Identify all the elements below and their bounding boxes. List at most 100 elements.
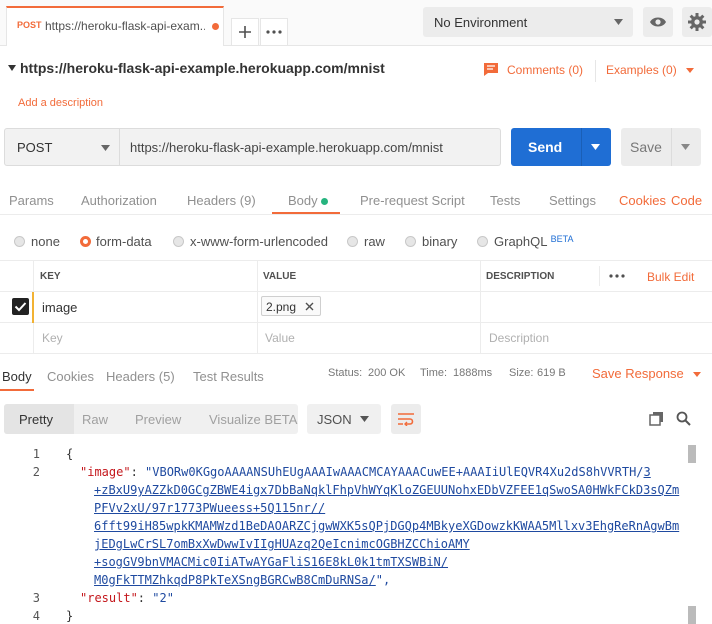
code-line: "result": "2" bbox=[80, 591, 174, 605]
examples-dropdown[interactable]: Examples (0) bbox=[606, 63, 695, 77]
visualize-label: Visualize bbox=[209, 412, 261, 427]
json-link[interactable]: +zBxU9yAZZkD0GCgZBWE4igx7DbBaNqklFhpVhWY… bbox=[94, 483, 679, 497]
view-visualize[interactable]: Visualize BETA bbox=[209, 412, 297, 427]
save-response-dropdown[interactable]: Save Response bbox=[592, 366, 702, 381]
divider bbox=[671, 128, 672, 166]
json-link[interactable]: 6fft99iH85wpkKMAMWzd1BeDAOARZCjgwWXK5sQP… bbox=[94, 519, 679, 533]
request-tab[interactable]: POST https://heroku-flask-api-exam... bbox=[6, 6, 224, 46]
response-tab-body[interactable]: Body bbox=[2, 369, 32, 384]
save-button[interactable]: Save bbox=[621, 128, 701, 166]
method-value: POST bbox=[17, 140, 53, 155]
value-placeholder[interactable]: Value bbox=[265, 331, 295, 345]
json-key-image: "image" bbox=[80, 465, 131, 479]
wrap-lines-button[interactable] bbox=[391, 404, 421, 434]
code-link[interactable]: Code bbox=[671, 193, 702, 208]
chevron-down-icon[interactable] bbox=[591, 144, 600, 150]
tab-body[interactable]: Body bbox=[288, 193, 329, 208]
collapse-caret-icon[interactable] bbox=[8, 65, 16, 71]
response-tab-test-results[interactable]: Test Results bbox=[193, 369, 264, 384]
column-value: VALUE bbox=[263, 271, 297, 282]
radio-none[interactable] bbox=[14, 236, 25, 247]
more-horizontal-icon[interactable] bbox=[609, 274, 625, 278]
param-key-input[interactable]: image bbox=[42, 300, 77, 315]
cookies-link[interactable]: Cookies bbox=[619, 193, 666, 208]
file-chip[interactable]: 2.png bbox=[261, 296, 321, 316]
view-pretty[interactable]: Pretty bbox=[19, 412, 53, 427]
search-icon[interactable] bbox=[676, 411, 691, 426]
send-button[interactable]: Send bbox=[511, 128, 611, 166]
tab-headers-label: Headers bbox=[187, 193, 237, 208]
divider bbox=[0, 214, 712, 215]
view-raw[interactable]: Raw bbox=[82, 412, 108, 427]
scrollbar-thumb[interactable] bbox=[688, 606, 696, 624]
chevron-down-icon bbox=[686, 68, 695, 74]
radio-raw[interactable] bbox=[347, 236, 358, 247]
json-link[interactable]: PFVv2xU/97r1773PWueess+5Q115nr// bbox=[94, 501, 325, 515]
close-icon[interactable] bbox=[305, 302, 314, 311]
code-close-brace: } bbox=[66, 609, 74, 623]
format-select[interactable]: JSON bbox=[307, 404, 381, 434]
bulk-edit-link[interactable]: Bulk Edit bbox=[647, 270, 694, 284]
table-row bbox=[0, 292, 712, 323]
comments-button[interactable]: Comments (0) bbox=[483, 62, 583, 77]
tab-tests[interactable]: Tests bbox=[490, 193, 520, 208]
radio-graphql[interactable] bbox=[477, 236, 488, 247]
tab-params[interactable]: Params bbox=[9, 193, 54, 208]
response-tab-cookies[interactable]: Cookies bbox=[47, 369, 94, 384]
environment-quick-look-button[interactable] bbox=[643, 7, 673, 37]
response-body-code[interactable]: 1 2 3 4 { "image": "VBORw0KGgoAAAANSUhEU… bbox=[0, 442, 712, 624]
file-name: 2.png bbox=[266, 300, 297, 314]
json-link[interactable]: 3 bbox=[644, 465, 651, 479]
tab-headers[interactable]: Headers (9) bbox=[187, 193, 256, 208]
radio-urlencoded[interactable] bbox=[173, 236, 184, 247]
more-horizontal-icon bbox=[266, 30, 282, 34]
request-name: https://heroku-flask-api-example.herokua… bbox=[20, 60, 385, 76]
tab-settings[interactable]: Settings bbox=[549, 193, 596, 208]
json-link[interactable]: M0gFkTTMZhkqdP8PkTeXSngBGRCwB8CmDuRNSa/ bbox=[94, 573, 376, 587]
column-description: DESCRIPTION bbox=[486, 271, 555, 282]
new-tab-button[interactable] bbox=[231, 18, 259, 46]
environment-select[interactable]: No Environment bbox=[423, 7, 633, 37]
column-key: KEY bbox=[40, 271, 61, 282]
response-tab-headers[interactable]: Headers (5) bbox=[106, 369, 175, 384]
radio-form-data[interactable] bbox=[80, 236, 91, 247]
divider bbox=[581, 128, 582, 166]
divider bbox=[599, 266, 600, 286]
url-value: https://heroku-flask-api-example.herokua… bbox=[130, 140, 443, 155]
radio-urlencoded-label: x-www-form-urlencoded bbox=[190, 234, 328, 249]
tab-method: POST bbox=[17, 20, 42, 30]
response-headers-label: Headers bbox=[106, 369, 156, 384]
time-label: Time: bbox=[420, 367, 448, 379]
method-select[interactable]: POST bbox=[4, 128, 120, 166]
radio-none-label: none bbox=[31, 234, 60, 249]
json-link[interactable]: jEDgLwCrSL7omBxXwDwwIvIIgHUAzq2QeIcnimcO… bbox=[94, 537, 470, 551]
code-line: "image": "VBORw0KGgoAAAANSUhEUgAAAIwAAAC… bbox=[80, 465, 651, 479]
radio-binary[interactable] bbox=[405, 236, 416, 247]
response-headers-count: (5) bbox=[158, 369, 175, 384]
json-link[interactable]: +sogGV9bnVMACMic0IiATwAYGaFliS16E8kL0k1t… bbox=[94, 555, 448, 569]
json-key-result: "result" bbox=[80, 591, 138, 605]
view-preview[interactable]: Preview bbox=[135, 412, 181, 427]
copy-icon[interactable] bbox=[649, 411, 664, 426]
chevron-down-icon[interactable] bbox=[681, 144, 690, 150]
divider bbox=[257, 260, 258, 353]
tab-authorization[interactable]: Authorization bbox=[81, 193, 157, 208]
scrollbar-thumb[interactable] bbox=[688, 445, 696, 463]
code-line: M0gFkTTMZhkqdP8PkTeXSngBGRCwB8CmDuRNSa/"… bbox=[94, 573, 390, 587]
tab-options-button[interactable] bbox=[260, 18, 288, 46]
active-tab-indicator bbox=[0, 389, 34, 391]
line-number: 3 bbox=[32, 591, 40, 605]
tab-body-label: Body bbox=[288, 193, 318, 208]
tab-prerequest-script[interactable]: Pre-request Script bbox=[360, 193, 465, 208]
description-placeholder[interactable]: Description bbox=[489, 331, 549, 345]
environment-value: No Environment bbox=[434, 15, 528, 30]
key-placeholder[interactable]: Key bbox=[42, 331, 63, 345]
table-row-placeholder bbox=[0, 323, 712, 354]
add-description-link[interactable]: Add a description bbox=[18, 97, 103, 109]
json-string: "VBORw0KGgoAAAANSUhEUgAAAIwAAACMCAYAAACu… bbox=[145, 465, 644, 479]
manage-environments-button[interactable] bbox=[682, 7, 712, 37]
url-input[interactable]: https://heroku-flask-api-example.herokua… bbox=[120, 128, 501, 166]
time-value: 1888ms bbox=[453, 367, 493, 379]
save-label: Save bbox=[630, 139, 662, 155]
row-enabled-checkbox[interactable] bbox=[12, 298, 29, 315]
